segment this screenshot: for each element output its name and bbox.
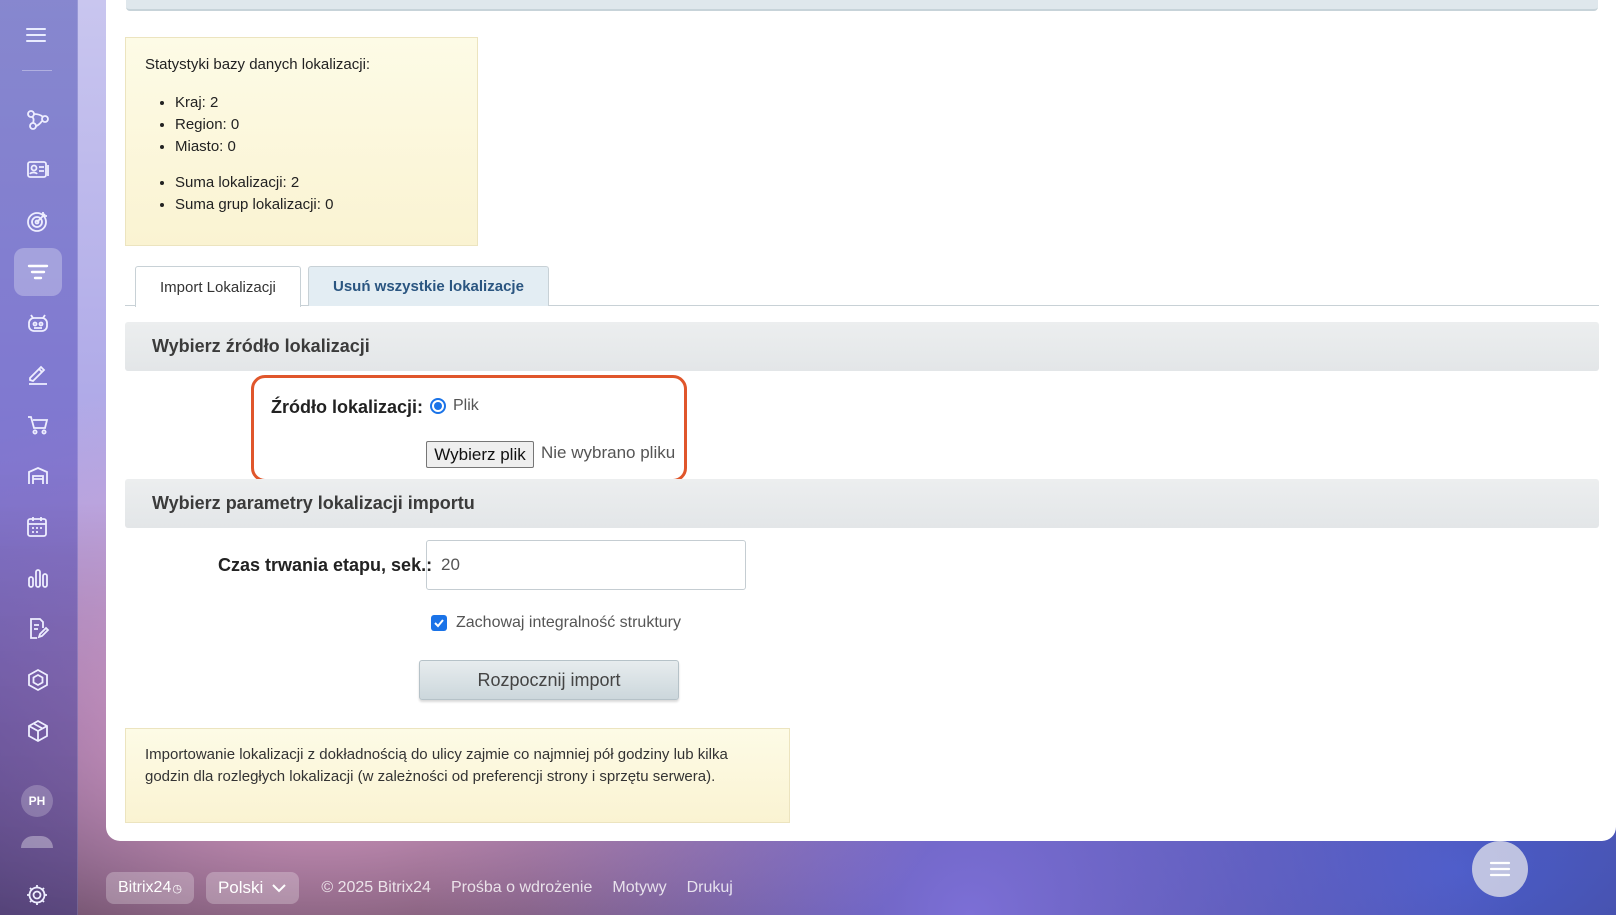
language-label: Polski [217, 878, 264, 897]
stats-title: Statystyki bazy danych lokalizacji: [145, 56, 371, 73]
start-import-button[interactable]: Rozpocznij import [419, 660, 679, 700]
main-content-panel: Statystyki bazy danych lokalizacji: Kraj… [106, 0, 1616, 841]
integrity-label: Zachowaj integralność struktury [456, 614, 681, 631]
sidebar-item-marketplace[interactable] [14, 656, 62, 704]
footer-link-themes[interactable]: Motywy [612, 879, 666, 897]
pen-icon [29, 365, 47, 385]
stats-list-types: Kraj: 2 Region: 0 Miasto: 0 [175, 92, 239, 158]
sidebar-item-sign[interactable] [14, 350, 62, 398]
sidebar-item-robot[interactable] [14, 299, 62, 347]
params-section-heading: Wybierz parametry lokalizacji importu [125, 479, 1599, 528]
sidebar-divider [22, 70, 52, 71]
cart-icon [28, 416, 49, 435]
chevron-down-icon [272, 884, 287, 893]
source-section-heading: Wybierz źródło lokalizacji [125, 322, 1599, 371]
sidebar-item-products[interactable] [14, 707, 62, 755]
feed-menu-button[interactable] [1472, 841, 1528, 897]
document-edit-icon [30, 618, 50, 639]
footer-link-print[interactable]: Drukuj [687, 879, 733, 897]
sidebar-item-contacts[interactable] [14, 146, 62, 194]
footer-copyright: © 2025 Bitrix24 [321, 879, 431, 896]
target-icon [27, 212, 47, 232]
file-status-text: Nie wybrano pliku [541, 443, 676, 462]
language-selector[interactable]: Polski [205, 872, 300, 904]
bitrix24-brand-button[interactable]: Bitrix24 ◷ [106, 872, 194, 904]
file-radio-option[interactable]: Plik [430, 397, 479, 415]
warehouse-icon [28, 467, 48, 484]
filter-icon [27, 264, 49, 280]
stats-total-groups: Suma grup lokalizacji: 0 [175, 194, 333, 216]
sidebar-item-network[interactable] [14, 95, 62, 143]
top-header-strip [126, 0, 1598, 11]
list-icon [1489, 861, 1511, 877]
duration-label: Czas trwania etapu, sek.: [218, 555, 433, 575]
stats-total-locations: Suma lokalizacji: 2 [175, 172, 333, 194]
import-info-note: Importowanie lokalizacji z dokładnością … [125, 728, 790, 823]
sidebar-item-documents[interactable] [14, 605, 62, 653]
brand-label: Bitrix24 [118, 879, 172, 896]
secondary-avatar[interactable] [21, 836, 53, 848]
file-radio-button[interactable] [430, 398, 446, 414]
choose-file-button[interactable]: Wybierz plik [426, 441, 534, 468]
database-stats-box: Statystyki bazy danych lokalizacji: Kraj… [125, 37, 478, 246]
chart-icon [28, 569, 48, 588]
integrity-checkbox[interactable] [431, 615, 447, 631]
integrity-checkbox-option[interactable]: Zachowaj integralność struktury [431, 614, 681, 632]
avatar-initials: PH [28, 794, 46, 808]
hamburger-menu-icon[interactable] [24, 24, 50, 46]
robot-icon [28, 314, 48, 332]
page-footer: Bitrix24 ◷ Polski © 2025 Bitrix24 Prośba … [106, 872, 733, 904]
footer-link-implementation[interactable]: Prośba o wdrożenie [451, 879, 592, 897]
duration-input[interactable]: 20 [426, 540, 746, 590]
sidebar-item-warehouse[interactable] [14, 452, 62, 500]
file-radio-label: Plik [453, 397, 479, 414]
box-icon [28, 719, 48, 743]
sidebar-item-target[interactable] [14, 197, 62, 245]
checkmark-icon [434, 619, 444, 628]
network-icon [27, 110, 49, 130]
left-sidebar: PH [0, 0, 78, 915]
tab-delete-all-locations[interactable]: Usuń wszystkie lokalizacje [308, 266, 549, 306]
sidebar-item-analytics[interactable] [14, 554, 62, 602]
user-avatar[interactable]: PH [21, 785, 53, 817]
stats-country: Kraj: 2 [175, 92, 239, 114]
sidebar-item-shop[interactable] [14, 401, 62, 449]
source-label: Źródło lokalizacji: [271, 397, 424, 417]
hexagon-icon [28, 668, 48, 692]
stats-city: Miasto: 0 [175, 136, 239, 158]
sidebar-item-filter[interactable] [14, 248, 62, 296]
settings-gear-icon[interactable] [24, 882, 50, 908]
tab-import-locations[interactable]: Import Lokalizacji [135, 266, 301, 307]
sidebar-item-calendar[interactable] [14, 503, 62, 551]
stats-list-totals: Suma lokalizacji: 2 Suma grup lokalizacj… [175, 172, 333, 216]
clock-icon: ◷ [172, 882, 182, 895]
stats-region: Region: 0 [175, 114, 239, 136]
contacts-icon [27, 161, 49, 178]
calendar-icon [27, 517, 47, 537]
